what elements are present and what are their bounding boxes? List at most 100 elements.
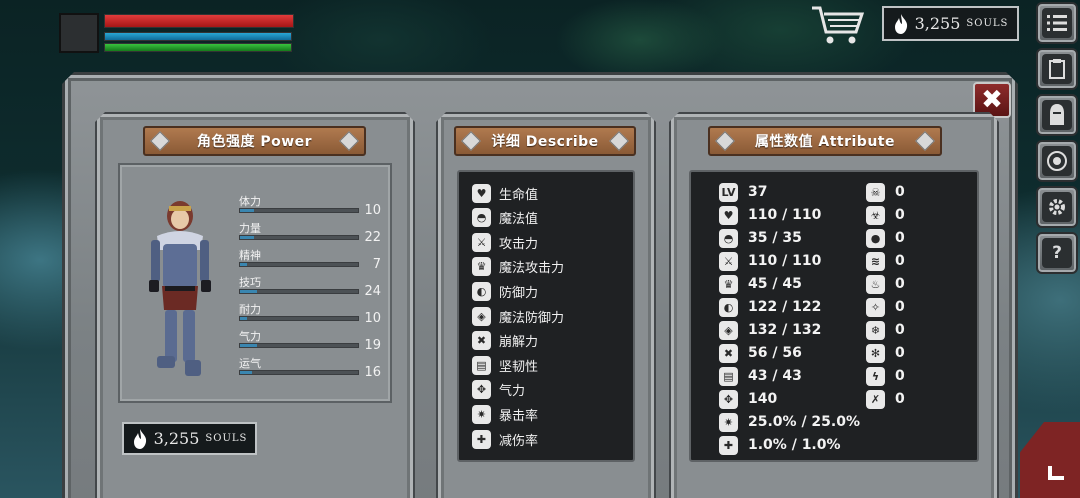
bleed-icon: ● xyxy=(866,228,885,248)
helmet-icon: ◓ xyxy=(472,208,491,228)
resistance-value: 0 xyxy=(895,230,905,246)
attribute-row: LV 37 xyxy=(719,181,767,203)
stat-label: 力量 xyxy=(239,222,261,235)
attribute-row: ◈ 132 / 132 xyxy=(719,319,821,341)
soul-flame-icon xyxy=(133,428,146,449)
break-icon: ✖ xyxy=(472,331,491,351)
crossed-swords-icon: ✗ xyxy=(866,389,885,409)
souls-unit: SOULS xyxy=(205,433,248,444)
break-icon: ✖ xyxy=(719,343,738,363)
stat-label: 技巧 xyxy=(239,276,261,289)
describe-row: ✥ 气力 xyxy=(472,379,525,401)
star-burst-icon: ✷ xyxy=(719,412,738,432)
power-title: 角色强度 Power xyxy=(196,134,313,150)
describe-label: 防御力 xyxy=(499,285,539,301)
knight-helm-icon: ▤ xyxy=(719,366,738,386)
resistance-value: 0 xyxy=(895,184,905,200)
describe-row: ✷ 暴击率 xyxy=(472,403,538,425)
stat-bar xyxy=(239,208,359,213)
stat-row: 耐力 10 xyxy=(239,301,381,327)
stamina-bar xyxy=(104,43,292,52)
resistance-value: 0 xyxy=(895,322,905,338)
attribute-value: 43 / 43 xyxy=(748,368,802,384)
player-portrait[interactable] xyxy=(59,13,99,53)
stat-bar xyxy=(239,289,359,294)
souls-value: 3,255 xyxy=(153,429,200,448)
stat-value: 19 xyxy=(364,338,381,353)
menu-button[interactable] xyxy=(1036,2,1078,44)
poison-icon: ☣ xyxy=(866,205,885,225)
souls-value: 3,255 xyxy=(914,14,961,33)
settings-icon xyxy=(1042,192,1072,222)
stat-row: 体力 10 xyxy=(239,193,381,219)
sword-icon: ⚔ xyxy=(472,232,491,252)
settings-button[interactable] xyxy=(1036,186,1078,228)
rivet-icon xyxy=(339,131,359,151)
resistance-row: ✧ 0 xyxy=(866,296,905,318)
inventory-button[interactable] xyxy=(1036,48,1078,90)
resistance-row: ❄ 0 xyxy=(866,319,905,341)
heart-icon: ♥ xyxy=(719,205,738,225)
rivet-icon xyxy=(915,131,935,151)
stat-bar-fill xyxy=(240,263,248,266)
attribute-row: ✖ 56 / 56 xyxy=(719,342,802,364)
scratch-icon: ≋ xyxy=(866,251,885,271)
rivet-icon xyxy=(715,131,735,151)
star-burst-icon: ✷ xyxy=(472,404,491,424)
attribute-row: ✷ 25.0% / 25.0% xyxy=(719,411,860,433)
stat-label: 运气 xyxy=(239,357,261,370)
attribute-row: ✥ 140 xyxy=(719,388,777,410)
describe-label: 生命值 xyxy=(499,187,539,203)
shield-plus-icon: ✚ xyxy=(472,429,491,449)
character-model[interactable] xyxy=(143,188,221,388)
attribute-value: 140 xyxy=(748,391,778,407)
describe-row: ◐ 防御力 xyxy=(472,280,538,302)
crown-icon: ♛ xyxy=(719,274,738,294)
describe-label: 气力 xyxy=(499,384,526,400)
shop-cart-icon[interactable] xyxy=(810,4,866,46)
stat-value: 10 xyxy=(364,203,381,218)
stat-bar-fill xyxy=(240,290,257,293)
helmet-icon: ◓ xyxy=(719,228,738,248)
describe-label: 攻击力 xyxy=(499,236,539,252)
stat-row: 精神 7 xyxy=(239,247,381,273)
attribute-row: ♥ 110 / 110 xyxy=(719,204,821,226)
resistance-value: 0 xyxy=(895,253,905,269)
skills-button[interactable] xyxy=(1036,140,1078,182)
describe-label: 崩解力 xyxy=(499,335,539,351)
stat-row: 气力 19 xyxy=(239,328,381,354)
attribute-row: ◐ 122 / 122 xyxy=(719,296,821,318)
resistance-value: 0 xyxy=(895,299,905,315)
describe-label: 坚韧性 xyxy=(499,359,539,375)
level-icon: LV xyxy=(719,182,738,202)
shield-icon: ◐ xyxy=(472,281,491,301)
describe-row: ✖ 崩解力 xyxy=(472,330,538,352)
crown-icon: ♛ xyxy=(472,257,491,277)
describe-label: 魔法值 xyxy=(499,212,539,228)
stat-row: 技巧 24 xyxy=(239,274,381,300)
stat-bar xyxy=(239,370,359,375)
describe-row: ▤ 坚韧性 xyxy=(472,354,538,376)
stat-bar xyxy=(239,262,359,267)
resistance-row: ☣ 0 xyxy=(866,204,905,226)
armor-button[interactable] xyxy=(1036,94,1078,136)
resistance-row: ✗ 0 xyxy=(866,388,905,410)
attribute-value: 110 / 110 xyxy=(748,207,822,223)
describe-label: 魔法防御力 xyxy=(499,310,565,326)
souls-counter: 3,255 SOULS xyxy=(882,6,1019,41)
help-button[interactable]: ? xyxy=(1036,232,1078,274)
resistance-value: 0 xyxy=(895,391,905,407)
attribute-value: 122 / 122 xyxy=(748,299,822,315)
resistance-row: ♨ 0 xyxy=(866,273,905,295)
describe-label: 魔法攻击力 xyxy=(499,261,565,277)
stat-bar xyxy=(239,235,359,240)
attribute-value: 56 / 56 xyxy=(748,345,802,361)
menu-icon xyxy=(1042,8,1072,38)
attribute-row: ✚ 1.0% / 1.0% xyxy=(719,434,841,456)
describe-label: 暴击率 xyxy=(499,408,539,424)
resistance-row: ☠ 0 xyxy=(866,181,905,203)
describe-title: 详细 Describe xyxy=(491,134,599,150)
attribute-value: 132 / 132 xyxy=(748,322,822,338)
attribute-header: 属性数值 Attribute xyxy=(708,126,942,156)
stat-bar xyxy=(239,343,359,348)
